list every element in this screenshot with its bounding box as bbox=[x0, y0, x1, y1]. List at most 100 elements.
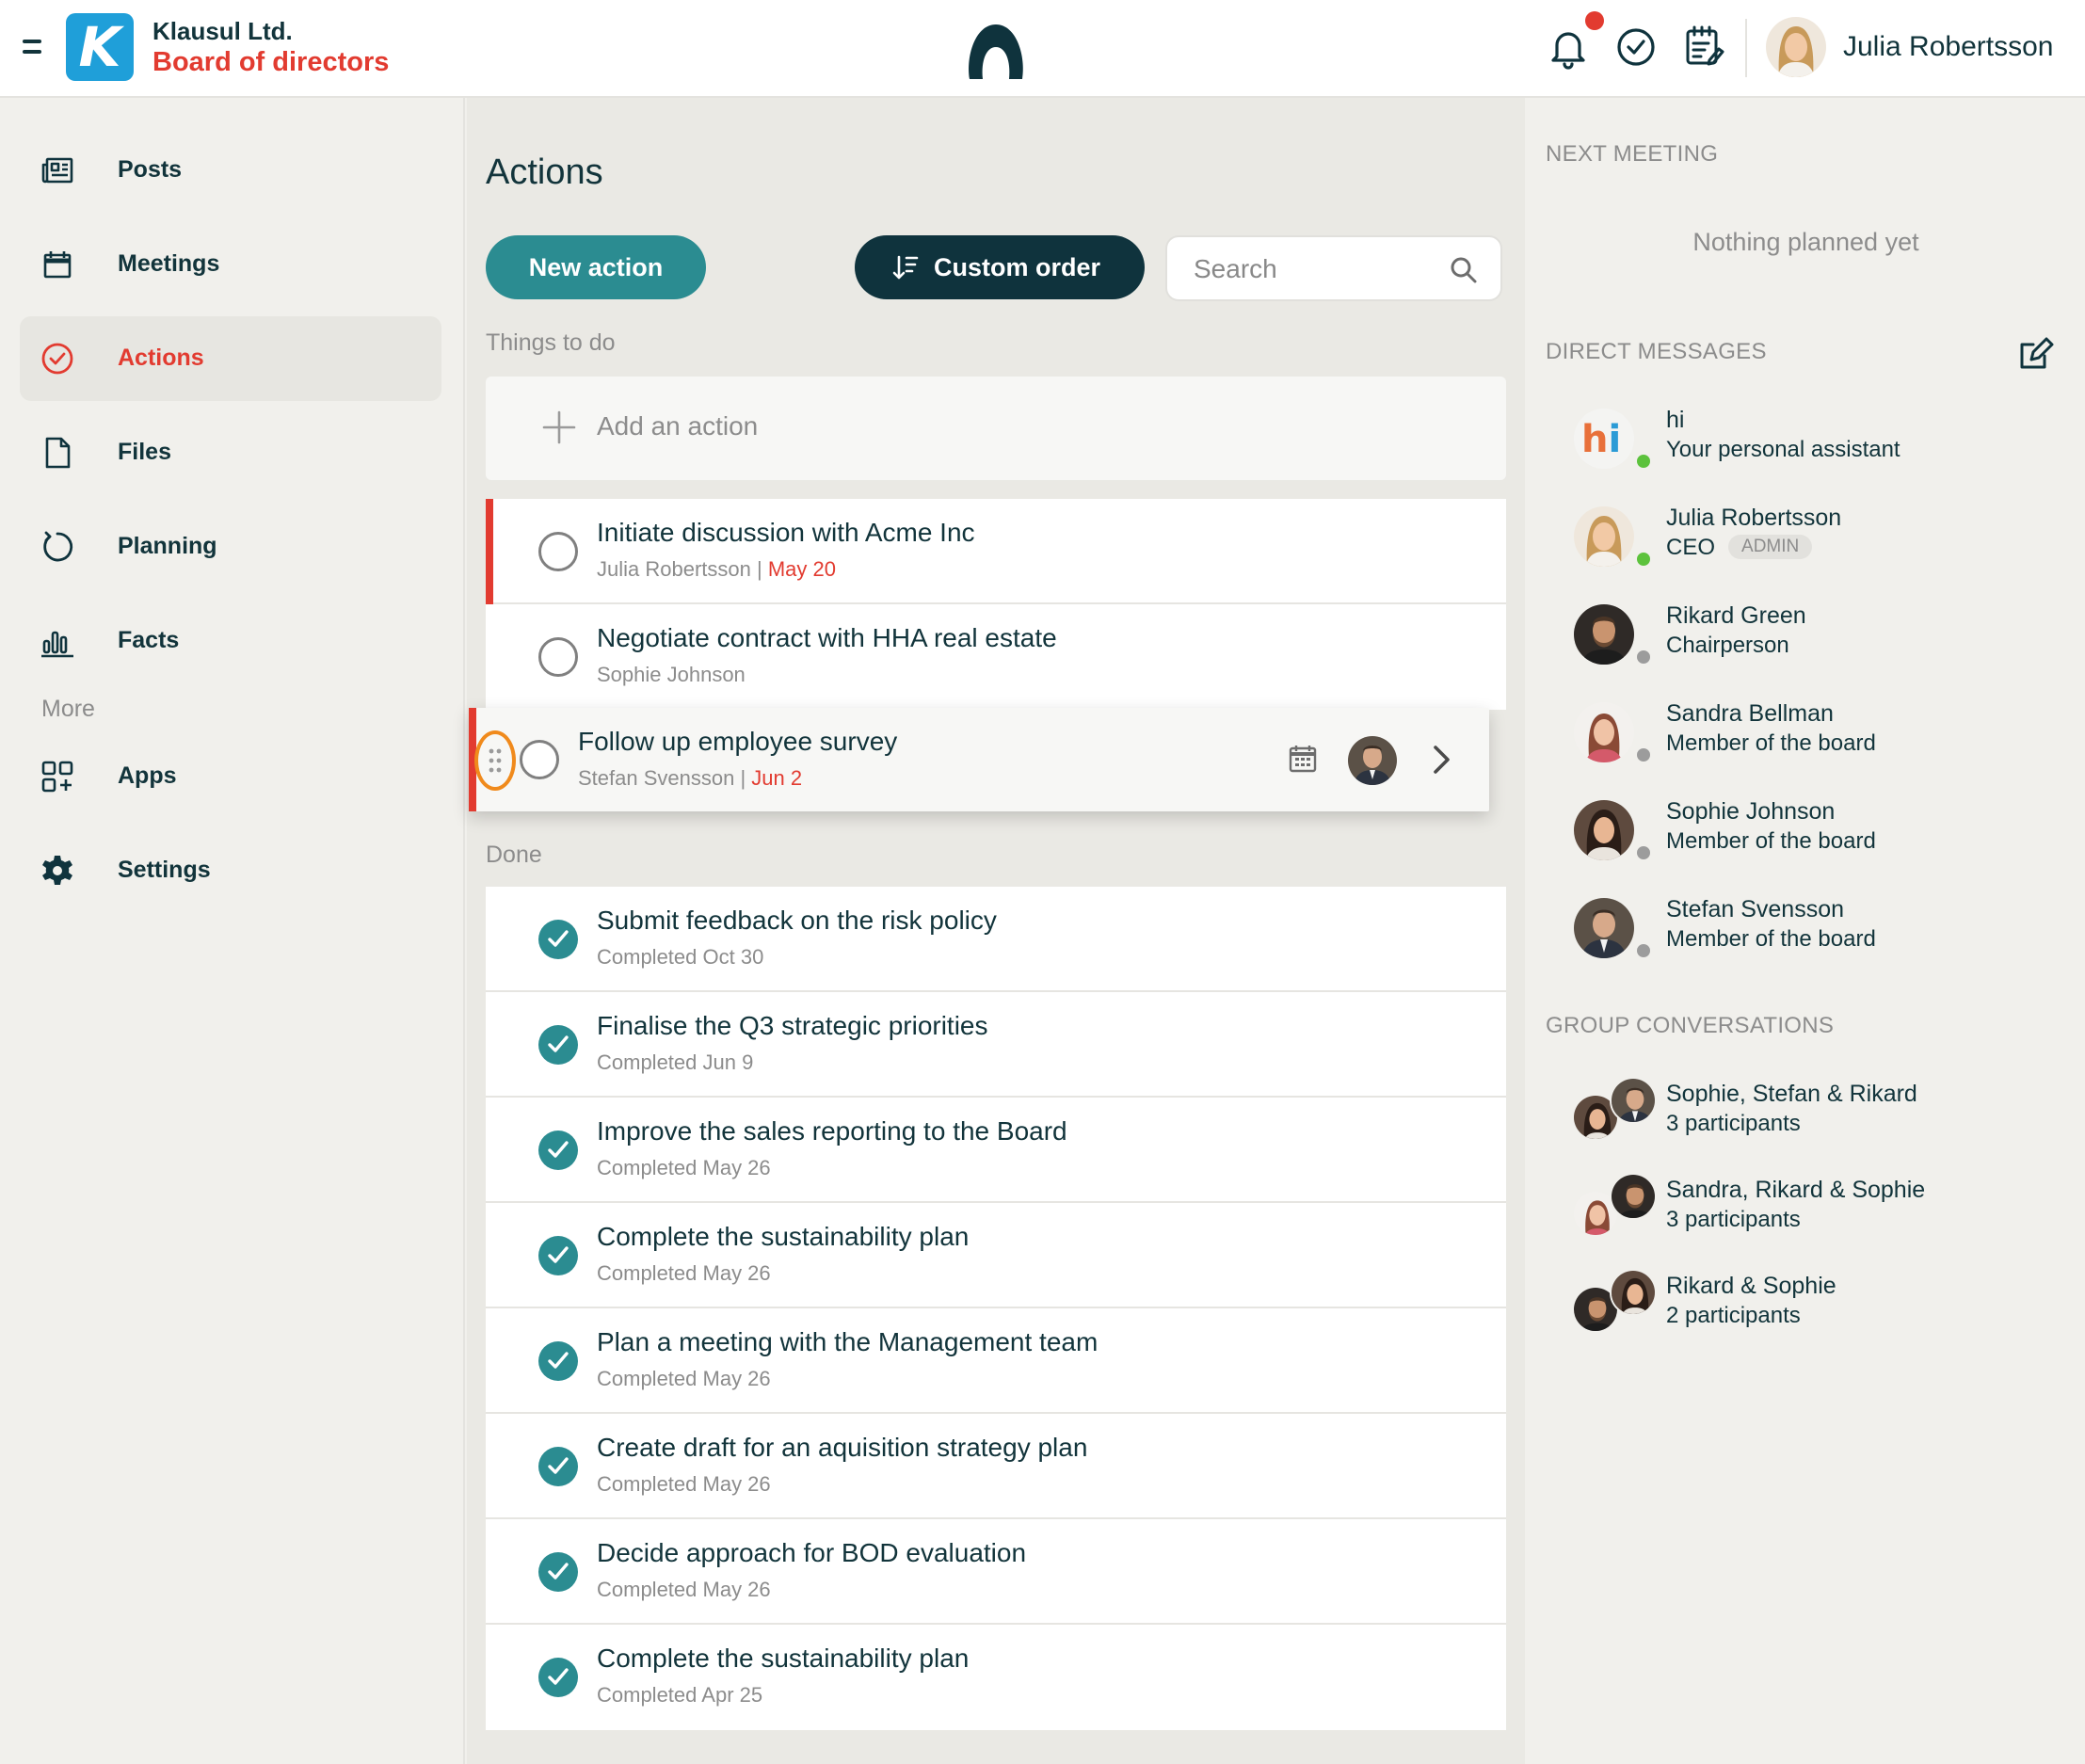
sidebar-item-facts[interactable]: Facts bbox=[20, 599, 441, 683]
completed-action-row[interactable]: Plan a meeting with the Management team C… bbox=[486, 1308, 1506, 1414]
chevron-right-icon[interactable] bbox=[1427, 744, 1455, 776]
user-avatar[interactable] bbox=[1766, 17, 1826, 77]
add-action-label: Add an action bbox=[597, 411, 759, 441]
complete-toggle[interactable] bbox=[538, 637, 578, 677]
participant-count: 3 participants bbox=[1666, 1207, 1801, 1232]
due-date: Jun 2 bbox=[751, 766, 803, 790]
contact-avatar bbox=[1574, 702, 1634, 762]
search-input[interactable] bbox=[1194, 250, 1438, 288]
contact-name: hi bbox=[1666, 407, 1685, 433]
dm-contact[interactable]: Sandra Bellman Member of the board bbox=[1527, 697, 2085, 783]
calendar-icon bbox=[43, 251, 72, 279]
complete-toggle[interactable] bbox=[538, 532, 578, 571]
presence-indicator bbox=[1634, 550, 1653, 569]
sidebar-item-meetings[interactable]: Meetings bbox=[20, 222, 441, 307]
app-logo-icon bbox=[969, 24, 1023, 79]
meta-separator: | bbox=[734, 766, 752, 790]
menu-toggle-button[interactable] bbox=[21, 34, 47, 62]
contact-role: Member of the board bbox=[1666, 926, 1876, 953]
completed-check-icon[interactable] bbox=[538, 1552, 578, 1592]
dm-contact[interactable]: Julia Robertsson CEO ADMIN bbox=[1527, 501, 2085, 587]
add-action-row[interactable]: Add an action bbox=[486, 377, 1506, 480]
board-name[interactable]: Board of directors bbox=[152, 47, 389, 78]
completed-date: Completed May 26 bbox=[597, 1367, 771, 1390]
completed-action-row[interactable]: Create draft for an aquisition strategy … bbox=[486, 1414, 1506, 1519]
sidebar-item-actions[interactable]: Actions bbox=[20, 316, 441, 401]
custom-order-button[interactable]: Custom order bbox=[855, 235, 1145, 299]
completed-date: Completed May 26 bbox=[597, 1578, 771, 1601]
completed-check-icon[interactable] bbox=[538, 1447, 578, 1486]
completed-action-row[interactable]: Complete the sustainability plan Complete… bbox=[486, 1203, 1506, 1308]
new-action-button[interactable]: New action bbox=[486, 235, 706, 299]
user-name[interactable]: Julia Robertsson bbox=[1843, 31, 2053, 63]
action-title: Initiate discussion with Acme Inc bbox=[597, 518, 975, 547]
cycle-icon bbox=[43, 531, 73, 562]
calendar-icon[interactable] bbox=[1288, 744, 1318, 774]
dm-contact[interactable]: Sophie Johnson Member of the board bbox=[1527, 794, 2085, 881]
completed-action-row[interactable]: Decide approach for BOD evaluation Comple… bbox=[486, 1519, 1506, 1625]
search-box[interactable] bbox=[1165, 235, 1502, 301]
sidebar-item-planning[interactable]: Planning bbox=[20, 505, 441, 589]
dm-contact[interactable]: hi hi Your personal assistant bbox=[1527, 403, 2085, 489]
sidebar-item-label: Apps bbox=[118, 762, 177, 789]
drag-dots-icon bbox=[489, 748, 502, 773]
check-circle-icon bbox=[41, 343, 73, 375]
contact-name: Sandra Bellman bbox=[1666, 700, 1834, 727]
completed-check-icon[interactable] bbox=[538, 1658, 578, 1697]
group-conversation[interactable]: Sophie, Stefan & Rikard 3 participants bbox=[1527, 1077, 2085, 1163]
completed-check-icon[interactable] bbox=[538, 920, 578, 959]
actions-main: Actions New action Custom order Things t… bbox=[467, 98, 1525, 1764]
completed-check-icon[interactable] bbox=[538, 1025, 578, 1065]
sidebar-item-files[interactable]: Files bbox=[20, 410, 441, 495]
completed-check-icon[interactable] bbox=[538, 1236, 578, 1275]
assignee-avatar[interactable] bbox=[1348, 736, 1397, 785]
drag-handle[interactable] bbox=[474, 730, 516, 791]
search-icon[interactable] bbox=[1450, 256, 1478, 284]
group-name: Sophie, Stefan & Rikard bbox=[1666, 1081, 1917, 1107]
contact-avatar bbox=[1574, 898, 1634, 958]
contact-role-text: CEO bbox=[1666, 535, 1716, 560]
sidebar-item-label: Actions bbox=[118, 345, 204, 371]
completed-date: Completed May 26 bbox=[597, 1261, 771, 1285]
sidebar-item-label: Settings bbox=[118, 857, 211, 883]
svg-text:hi: hi bbox=[1581, 418, 1621, 461]
dm-contact[interactable]: Rikard Green Chairperson bbox=[1527, 599, 2085, 685]
complete-toggle[interactable] bbox=[520, 740, 559, 779]
sidebar-item-apps[interactable]: Apps bbox=[20, 734, 441, 819]
gear-icon bbox=[42, 856, 72, 885]
group-conversation[interactable]: Rikard & Sophie 2 participants bbox=[1527, 1269, 2085, 1355]
completed-action-row[interactable]: Complete the sustainability plan Complete… bbox=[486, 1625, 1506, 1730]
meeting-notes-icon[interactable] bbox=[1683, 24, 1724, 68]
bell-icon[interactable] bbox=[1548, 26, 1589, 70]
tasks-check-icon[interactable] bbox=[1615, 26, 1657, 68]
completed-action-row[interactable]: Improve the sales reporting to the Board… bbox=[486, 1098, 1506, 1203]
top-bar: K Klausul Ltd. Board of directors Julia … bbox=[0, 0, 2085, 98]
action-row[interactable]: Negotiate contract with HHA real estate … bbox=[486, 604, 1506, 710]
completed-check-icon[interactable] bbox=[538, 1131, 578, 1170]
organization-logo[interactable]: K bbox=[66, 13, 134, 81]
action-title: Complete the sustainability plan bbox=[597, 1222, 970, 1251]
sidebar-item-label: Facts bbox=[118, 627, 180, 653]
contact-role: CEO ADMIN bbox=[1666, 535, 1813, 561]
things-to-do-label: Things to do bbox=[486, 329, 616, 356]
presence-indicator bbox=[1634, 746, 1653, 764]
dm-contact[interactable]: Stefan Svensson Member of the board bbox=[1527, 892, 2085, 979]
completed-check-icon[interactable] bbox=[538, 1341, 578, 1381]
direct-messages-heading: DIRECT MESSAGES bbox=[1546, 339, 1767, 364]
action-row[interactable]: Initiate discussion with Acme Inc Julia … bbox=[486, 499, 1506, 604]
next-meeting-empty: Nothing planned yet bbox=[1692, 228, 1919, 256]
sidebar-item-posts[interactable]: Posts bbox=[20, 128, 441, 213]
group-conversation[interactable]: Sandra, Rikard & Sophie 3 participants bbox=[1527, 1173, 2085, 1259]
contact-role: Your personal assistant bbox=[1666, 437, 1901, 463]
completed-action-row[interactable]: Submit feedback on the risk policy Comple… bbox=[486, 887, 1506, 992]
action-title: Create draft for an aquisition strategy … bbox=[597, 1433, 1088, 1462]
dragging-action-row[interactable]: Follow up employee survey Stefan Svensso… bbox=[469, 708, 1489, 811]
sidebar-item-settings[interactable]: Settings bbox=[20, 828, 441, 913]
bar-chart-icon bbox=[41, 631, 73, 658]
compose-message-icon[interactable] bbox=[2016, 335, 2054, 373]
contact-avatar bbox=[1574, 506, 1634, 567]
completed-action-row[interactable]: Finalise the Q3 strategic priorities Comp… bbox=[486, 992, 1506, 1098]
action-assignee: Julia Robertsson bbox=[597, 557, 751, 581]
sidebar-item-label: Meetings bbox=[118, 250, 220, 277]
action-meta: Stefan Svensson | Jun 2 bbox=[578, 766, 802, 791]
